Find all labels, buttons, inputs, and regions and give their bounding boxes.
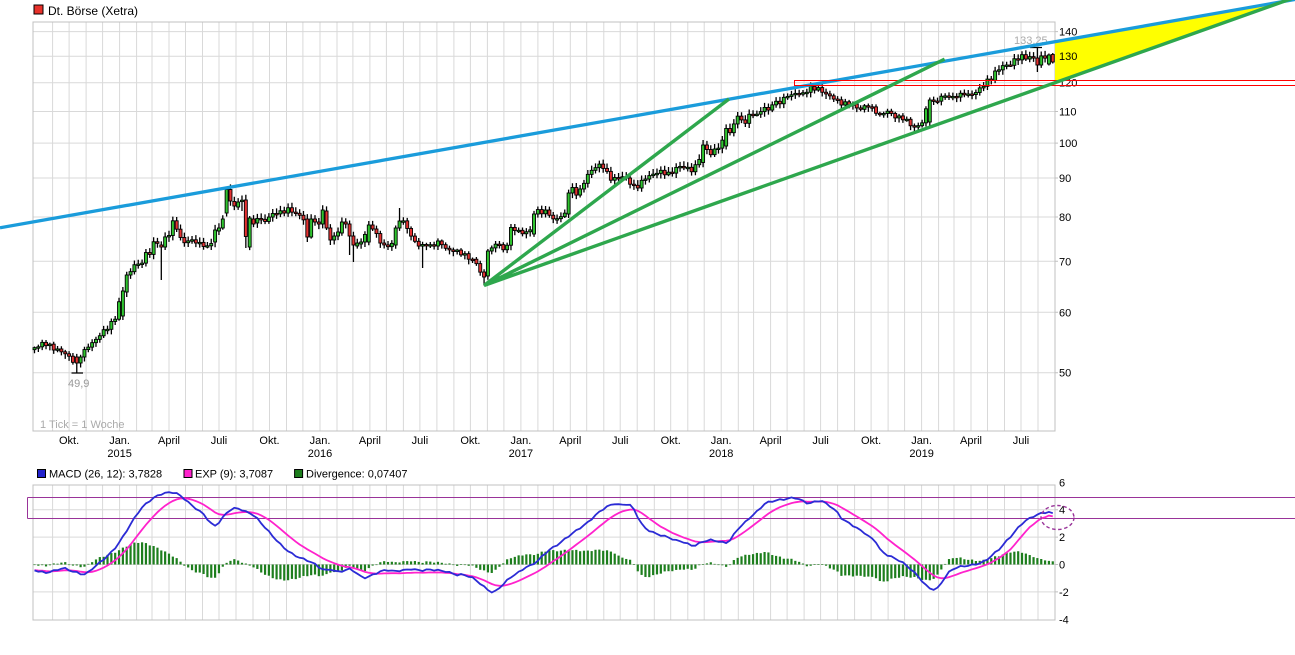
- svg-text:0: 0: [1059, 560, 1065, 572]
- svg-text:49,9: 49,9: [68, 378, 89, 390]
- svg-text:Juli: Juli: [211, 435, 228, 447]
- svg-text:100: 100: [1059, 138, 1077, 150]
- svg-text:Okt.: Okt.: [460, 435, 480, 447]
- svg-text:April: April: [158, 435, 180, 447]
- svg-text:80: 80: [1059, 212, 1071, 224]
- svg-text:6: 6: [1059, 477, 1065, 489]
- svg-text:Jan.: Jan.: [711, 435, 732, 447]
- svg-text:-4: -4: [1059, 614, 1069, 626]
- svg-text:2017: 2017: [509, 448, 533, 460]
- svg-text:Dt. Börse (Xetra): Dt. Börse (Xetra): [48, 4, 138, 18]
- svg-text:April: April: [559, 435, 581, 447]
- svg-text:2016: 2016: [308, 448, 332, 460]
- svg-text:50: 50: [1059, 368, 1071, 380]
- svg-text:60: 60: [1059, 307, 1071, 319]
- svg-text:Juli: Juli: [812, 435, 829, 447]
- svg-text:April: April: [359, 435, 381, 447]
- svg-text:2019: 2019: [909, 448, 933, 460]
- svg-text:Okt.: Okt.: [259, 435, 279, 447]
- svg-text:2: 2: [1059, 532, 1065, 544]
- svg-text:110: 110: [1059, 107, 1077, 119]
- svg-text:Jan.: Jan.: [511, 435, 532, 447]
- svg-text:Jan.: Jan.: [109, 435, 130, 447]
- svg-text:90: 90: [1059, 173, 1071, 185]
- svg-text:EXP (9): 3,7087: EXP (9): 3,7087: [195, 469, 273, 481]
- svg-text:MACD (26, 12): 3,7828: MACD (26, 12): 3,7828: [49, 469, 162, 481]
- svg-text:-2: -2: [1059, 587, 1069, 599]
- svg-text:Juli: Juli: [412, 435, 429, 447]
- svg-text:Okt.: Okt.: [59, 435, 79, 447]
- svg-text:April: April: [760, 435, 782, 447]
- svg-text:130: 130: [1059, 51, 1077, 63]
- svg-text:April: April: [960, 435, 982, 447]
- svg-text:Okt.: Okt.: [861, 435, 881, 447]
- svg-text:Okt.: Okt.: [661, 435, 681, 447]
- svg-text:Juli: Juli: [612, 435, 629, 447]
- svg-text:Juli: Juli: [1013, 435, 1030, 447]
- svg-text:2018: 2018: [709, 448, 733, 460]
- svg-text:2015: 2015: [107, 448, 131, 460]
- svg-text:70: 70: [1059, 256, 1071, 268]
- svg-text:Jan.: Jan.: [911, 435, 932, 447]
- svg-text:Divergence: 0,07407: Divergence: 0,07407: [306, 469, 408, 481]
- svg-text:Jan.: Jan.: [310, 435, 331, 447]
- svg-text:1 Tick = 1 Woche: 1 Tick = 1 Woche: [40, 419, 124, 431]
